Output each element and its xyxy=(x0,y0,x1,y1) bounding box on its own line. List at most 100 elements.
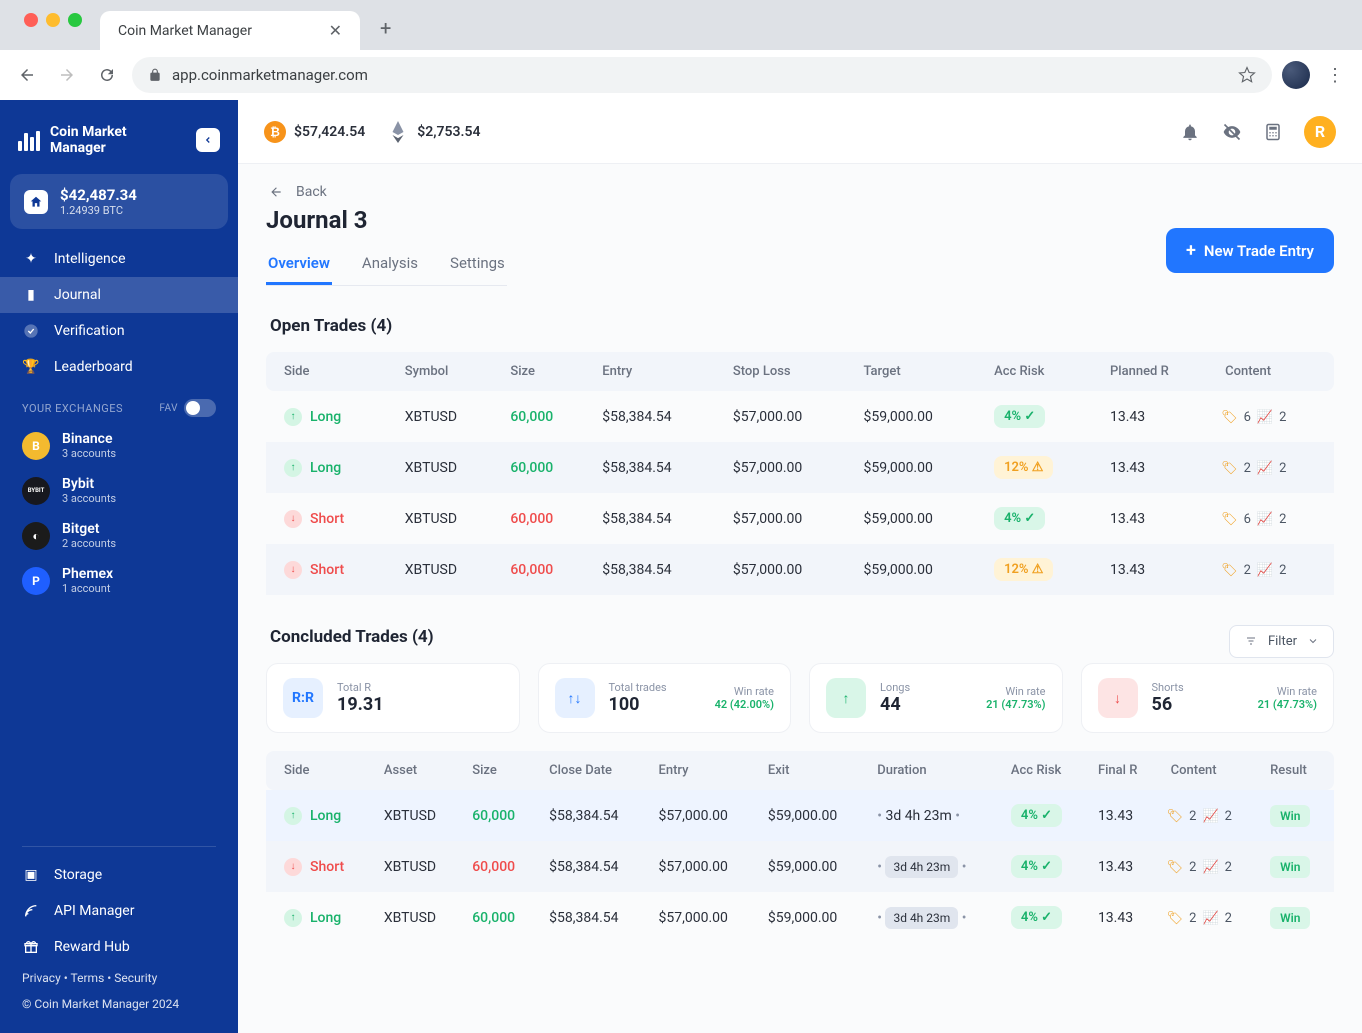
footer-security[interactable]: Security xyxy=(114,971,157,985)
exchange-name: Phemex xyxy=(62,566,113,582)
exchange-logo: B xyxy=(22,432,50,460)
topbar: ₿ $57,424.54 $2,753.54 R xyxy=(238,100,1362,164)
stat-longs: ↑ Longs 44 Win rate 21 (47.73%) xyxy=(809,663,1063,733)
chart-icon: 📈 xyxy=(1202,911,1218,926)
nav-api-manager[interactable]: API Manager xyxy=(0,893,238,929)
chart-icon: 📈 xyxy=(1202,860,1218,875)
new-trade-entry-button[interactable]: + New Trade Entry xyxy=(1166,228,1334,273)
balance-card[interactable]: $42,487.34 1.24939 BTC xyxy=(10,174,228,229)
exchange-item[interactable]: BYBIT Bybit 3 accounts xyxy=(0,468,238,513)
back-button[interactable] xyxy=(12,60,42,90)
exchange-item[interactable]: P Phemex 1 account xyxy=(0,558,238,603)
concluded-trades-table: Side Asset Size Close Date Entry Exit Du… xyxy=(266,751,1334,943)
lock-icon xyxy=(148,68,162,82)
nav-journal[interactable]: ▮ Journal xyxy=(0,277,238,313)
forward-button[interactable] xyxy=(52,60,82,90)
exchange-name: Bybit xyxy=(62,476,116,492)
updown-icon: ↑↓ xyxy=(555,678,595,718)
filter-button[interactable]: Filter xyxy=(1229,625,1334,658)
tag-icon: 🏷 xyxy=(1167,809,1184,824)
open-trades-table: Side Symbol Size Entry Stop Loss Target … xyxy=(266,352,1334,595)
visibility-off-icon[interactable] xyxy=(1222,122,1242,142)
window-minimize[interactable] xyxy=(46,13,60,27)
nav-reward-hub[interactable]: Reward Hub xyxy=(0,929,238,965)
chevron-down-icon xyxy=(1307,635,1319,647)
bell-icon[interactable] xyxy=(1180,122,1200,142)
stat-shorts: ↓ Shorts 56 Win rate 21 (47.73%) xyxy=(1081,663,1335,733)
footer-privacy[interactable]: Privacy xyxy=(22,971,61,985)
arrow-down-icon: ↓ xyxy=(284,561,302,579)
tab-title: Coin Market Manager xyxy=(118,23,252,39)
bookmark-icon[interactable] xyxy=(1238,66,1256,84)
window-controls[interactable] xyxy=(10,13,92,27)
user-avatar[interactable]: R xyxy=(1304,116,1336,148)
table-row[interactable]: ↓Short XBTUSD 60,000 $58,384.54 $57,000.… xyxy=(266,841,1334,892)
nav-verification[interactable]: Verification xyxy=(0,313,238,349)
new-tab-button[interactable]: + xyxy=(368,6,403,50)
tag-icon: 🏷 xyxy=(1167,860,1184,875)
result-badge: Win xyxy=(1270,856,1310,878)
chart-icon: 📈 xyxy=(1257,563,1273,578)
signal-icon xyxy=(22,903,40,919)
table-row[interactable]: ↑Long XBTUSD 60,000 $58,384.54 $57,000.0… xyxy=(266,892,1334,943)
table-row[interactable]: ↓Short XBTUSD 60,000 $58,384.54 $57,000.… xyxy=(266,493,1334,544)
fav-toggle[interactable] xyxy=(184,399,216,417)
arrow-up-icon: ↑ xyxy=(284,909,302,927)
chart-icon: 📈 xyxy=(1257,512,1273,527)
chart-icon: 📈 xyxy=(1257,461,1273,476)
result-badge: Win xyxy=(1270,805,1310,827)
tag-icon: 🏷 xyxy=(1221,563,1238,578)
tag-icon: 🏷 xyxy=(1221,512,1238,527)
url-text: app.coinmarketmanager.com xyxy=(172,66,368,84)
window-close[interactable] xyxy=(24,13,38,27)
exchanges-label: YOUR EXCHANGES xyxy=(22,402,123,415)
reload-button[interactable] xyxy=(92,60,122,90)
exchange-accounts: 2 accounts xyxy=(62,537,116,550)
exchange-accounts: 3 accounts xyxy=(62,447,116,460)
arrow-up-icon: ↑ xyxy=(284,408,302,426)
calculator-icon[interactable] xyxy=(1264,122,1282,142)
arrow-down-icon: ↓ xyxy=(284,510,302,528)
exchange-name: Bitget xyxy=(62,521,116,537)
exchange-logo: ◐ xyxy=(22,522,50,550)
chart-icon: 📈 xyxy=(1257,410,1273,425)
browser-tab[interactable]: Coin Market Manager ✕ xyxy=(100,11,360,50)
tab-close-icon[interactable]: ✕ xyxy=(329,21,342,40)
arrow-down-icon: ↓ xyxy=(284,858,302,876)
trophy-icon: 🏆 xyxy=(22,359,40,375)
tab-overview[interactable]: Overview xyxy=(266,244,332,285)
sidebar: Coin MarketManager $42,487.34 1.24939 BT… xyxy=(0,100,238,1033)
table-row[interactable]: ↑Long XBTUSD 60,000 $58,384.54 $57,000.0… xyxy=(266,790,1334,841)
exchange-logo: P xyxy=(22,567,50,595)
table-row[interactable]: ↑Long XBTUSD 60,000 $58,384.54 $57,000.0… xyxy=(266,442,1334,493)
back-link[interactable]: Back xyxy=(266,184,1334,200)
table-row[interactable]: ↑Long XBTUSD 60,000 $58,384.54 $57,000.0… xyxy=(266,391,1334,442)
nav-leaderboard[interactable]: 🏆 Leaderboard xyxy=(0,349,238,385)
sparkle-icon: ✦ xyxy=(22,251,40,267)
nav-intelligence[interactable]: ✦ Intelligence xyxy=(0,241,238,277)
tab-analysis[interactable]: Analysis xyxy=(360,244,420,285)
result-badge: Win xyxy=(1270,907,1310,929)
url-field[interactable]: app.coinmarketmanager.com xyxy=(132,57,1272,93)
profile-avatar[interactable] xyxy=(1282,61,1310,89)
bitcoin-icon: ₿ xyxy=(264,121,286,143)
plus-icon: + xyxy=(1186,240,1196,261)
sidebar-collapse-button[interactable] xyxy=(196,128,220,152)
logo-text: Coin MarketManager xyxy=(50,124,127,156)
exchange-item[interactable]: B Binance 3 accounts xyxy=(0,423,238,468)
window-maximize[interactable] xyxy=(68,13,82,27)
footer-terms[interactable]: Terms xyxy=(71,971,105,985)
browser-menu-icon[interactable]: ⋮ xyxy=(1320,65,1350,86)
exchange-item[interactable]: ◐ Bitget 2 accounts xyxy=(0,513,238,558)
tab-settings[interactable]: Settings xyxy=(448,244,507,285)
table-row[interactable]: ↓Short XBTUSD 60,000 $58,384.54 $57,000.… xyxy=(266,544,1334,595)
tag-icon: 🏷 xyxy=(1221,410,1238,425)
balance-usd: $42,487.34 xyxy=(60,186,137,204)
nav-storage[interactable]: ▣ Storage xyxy=(0,857,238,893)
chart-icon: 📈 xyxy=(1202,809,1218,824)
stat-total-trades: ↑↓ Total trades 100 Win rate 42 (42.00%) xyxy=(538,663,792,733)
ethereum-icon xyxy=(387,121,409,143)
exchange-accounts: 1 account xyxy=(62,582,113,595)
browser-chrome: Coin Market Manager ✕ + app.coinmarketma… xyxy=(0,0,1362,100)
home-icon xyxy=(24,190,48,214)
